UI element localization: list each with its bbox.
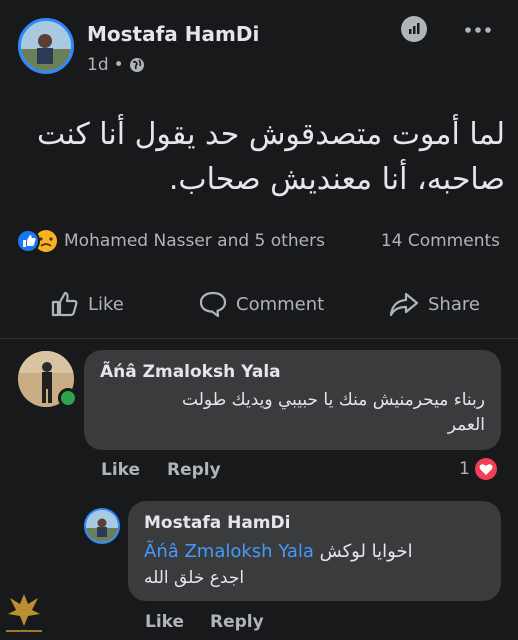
more-options-button[interactable] xyxy=(463,20,493,40)
watermark-logo xyxy=(4,590,44,640)
post-text-line-2: صاحبه، أنا معنديش صحاب. xyxy=(168,162,505,197)
watermark-emblem-icon xyxy=(6,594,42,632)
comment-label: Comment xyxy=(236,293,325,315)
comment-button[interactable]: Comment xyxy=(198,290,324,318)
reply-author[interactable]: Mostafa HamDi xyxy=(144,513,290,533)
comment-like-link[interactable]: Like xyxy=(101,460,140,480)
comment-text-line-1: ربناء ميحرمنيش منك يا حبيبي ويديك طولت xyxy=(182,390,485,410)
author-avatar[interactable] xyxy=(18,18,74,74)
reaction-icons xyxy=(16,229,57,253)
insights-button[interactable] xyxy=(401,16,427,42)
ellipsis-icon xyxy=(465,27,491,33)
reply-text-part: اخوايا لوكش xyxy=(319,541,413,562)
comment-text: ربناء ميحرمنيش منك يا حبيبي ويديك طولت ا… xyxy=(100,388,485,438)
avatar-photo xyxy=(21,21,71,71)
comment-reaction-count-group[interactable]: 1 xyxy=(459,457,498,481)
reply-author-avatar[interactable] xyxy=(84,508,120,544)
comment-author[interactable]: Ãńâ Zmaloksh Yala xyxy=(100,362,281,382)
post-text-line-1: لما أموت متصدقوش حد يقول أنا كنت xyxy=(36,117,505,152)
comment-reaction-count: 1 xyxy=(459,459,470,479)
meta-separator: • xyxy=(113,55,124,75)
comment-bubble-icon xyxy=(199,291,227,318)
reactions-text[interactable]: Mohamed Nasser and 5 others xyxy=(64,231,325,251)
reply-text-line-1: Ãńâ Zmaloksh Yala اخوايا لوكش xyxy=(144,539,413,565)
reply-avatar-photo xyxy=(86,510,118,542)
reply-like-link[interactable]: Like xyxy=(145,612,184,632)
like-label: Like xyxy=(88,293,124,315)
reactions-summary[interactable]: Mohamed Nasser and 5 others xyxy=(16,229,325,253)
post-text: لما أموت متصدقوش حد يقول أنا كنت صاحبه، … xyxy=(20,112,505,202)
post-author-name[interactable]: Mostafa HamDi xyxy=(87,22,259,46)
bar-chart-icon xyxy=(409,23,420,34)
divider xyxy=(0,338,518,339)
comments-count[interactable]: 14 Comments xyxy=(381,231,500,251)
reply-mention-link[interactable]: Ãńâ Zmaloksh Yala xyxy=(144,541,314,562)
share-arrow-icon xyxy=(389,292,419,317)
post-time[interactable]: 1d xyxy=(87,55,109,75)
online-status-dot xyxy=(58,388,78,408)
reply-text-line-2: اجدع خلق الله xyxy=(144,568,245,588)
comment-text-line-2: العمر xyxy=(447,415,485,435)
like-button[interactable]: Like xyxy=(50,290,124,318)
post-meta: 1d • xyxy=(87,55,145,75)
reply-reply-link[interactable]: Reply xyxy=(210,612,264,632)
comment-reply-link[interactable]: Reply xyxy=(167,460,221,480)
heart-reaction-icon xyxy=(474,458,497,480)
reply-bubble: Mostafa HamDi Ãńâ Zmaloksh Yala اخوايا ل… xyxy=(128,501,501,601)
comment-bubble: Ãńâ Zmaloksh Yala ربناء ميحرمنيش منك يا … xyxy=(84,350,501,450)
share-button[interactable]: Share xyxy=(388,290,480,318)
globe-icon xyxy=(129,58,144,72)
like-thumb-icon xyxy=(51,291,78,317)
share-label: Share xyxy=(428,293,480,315)
